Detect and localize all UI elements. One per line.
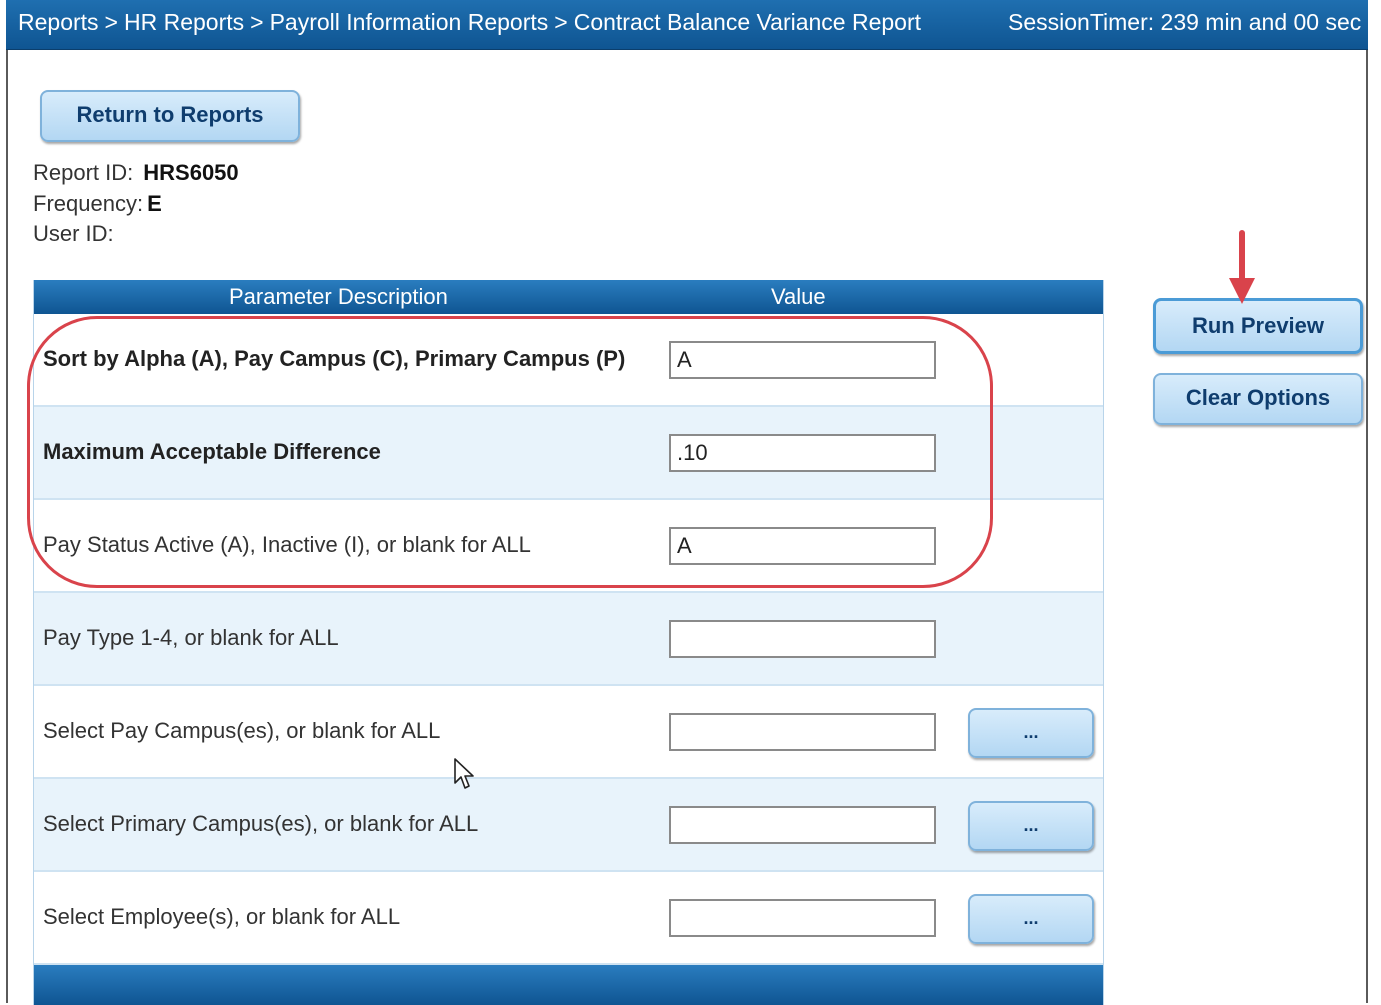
parameter-row-employee: Select Employee(s), or blank for ALL ... xyxy=(34,872,1103,965)
parameter-label: Pay Type 1-4, or blank for ALL xyxy=(43,625,339,650)
parameter-label: Sort by Alpha (A), Pay Campus (C), Prima… xyxy=(43,346,626,371)
run-preview-button[interactable]: Run Preview xyxy=(1153,298,1363,354)
mouse-pointer-icon xyxy=(454,758,474,789)
user-id-label: User ID: xyxy=(33,221,114,246)
breadcrumb-hr-reports[interactable]: HR Reports xyxy=(124,9,244,35)
pay-type-input[interactable] xyxy=(669,620,936,658)
employee-input[interactable] xyxy=(669,899,936,937)
session-timer: SessionTimer: 239 min and 00 sec xyxy=(1008,9,1362,35)
breadcrumb-reports[interactable]: Reports xyxy=(18,9,99,35)
pay-campus-lookup-button[interactable]: ... xyxy=(968,708,1094,758)
sort-by-input[interactable] xyxy=(669,341,936,379)
primary-campus-input[interactable] xyxy=(669,806,936,844)
primary-campus-lookup-button[interactable]: ... xyxy=(968,801,1094,851)
breadcrumb-separator: > xyxy=(104,9,118,35)
breadcrumb-current-report: Contract Balance Variance Report xyxy=(573,9,922,35)
employee-lookup-button[interactable]: ... xyxy=(968,894,1094,944)
column-header-value: Value xyxy=(771,284,826,309)
parameter-label: Maximum Acceptable Difference xyxy=(43,439,381,464)
parameter-row-pay-type: Pay Type 1-4, or blank for ALL xyxy=(34,593,1103,686)
report-id-line: Report ID: HRS6050 xyxy=(33,160,239,186)
parameter-row-pay-status: Pay Status Active (A), Inactive (I), or … xyxy=(34,500,1103,593)
breadcrumb-separator: > xyxy=(554,9,568,35)
breadcrumb-separator: > xyxy=(250,9,264,35)
frequency-label: Frequency: xyxy=(33,191,144,216)
report-id-label: Report ID: xyxy=(33,160,134,185)
parameter-label: Select Primary Campus(es), or blank for … xyxy=(43,811,479,836)
frequency-line: Frequency: E xyxy=(33,191,162,217)
frequency-value: E xyxy=(147,191,162,216)
table-header: Parameter Description Value xyxy=(34,280,1103,314)
breadcrumb: Reports > HR Reports > Payroll Information R… xyxy=(18,9,921,36)
pay-status-input[interactable] xyxy=(669,527,936,565)
clear-options-button[interactable]: Clear Options xyxy=(1153,373,1363,425)
annotation-arrow-icon xyxy=(1229,230,1255,304)
parameter-row-pay-campus: Select Pay Campus(es), or blank for ALL … xyxy=(34,686,1103,779)
pay-campus-input[interactable] xyxy=(669,713,936,751)
top-bar: Reports > HR Reports > Payroll Information R… xyxy=(6,0,1368,50)
max-difference-input[interactable] xyxy=(669,434,936,472)
return-to-reports-button[interactable]: Return to Reports xyxy=(40,90,300,142)
parameter-table: Parameter Description Value Sort by Alph… xyxy=(33,280,1104,1005)
parameter-label: Select Employee(s), or blank for ALL xyxy=(43,904,401,929)
report-id-value: HRS6050 xyxy=(143,160,239,185)
parameter-label: Select Pay Campus(es), or blank for ALL xyxy=(43,718,441,743)
parameter-row-max-difference: Maximum Acceptable Difference xyxy=(34,407,1103,500)
user-id-line: User ID: xyxy=(33,221,124,247)
breadcrumb-payroll-information-reports[interactable]: Payroll Information Reports xyxy=(270,9,549,35)
table-footer xyxy=(34,965,1103,1005)
column-header-description: Parameter Description xyxy=(229,284,448,309)
parameter-label: Pay Status Active (A), Inactive (I), or … xyxy=(43,532,531,557)
parameter-row-sort-by: Sort by Alpha (A), Pay Campus (C), Prima… xyxy=(34,314,1103,407)
parameter-row-primary-campus: Select Primary Campus(es), or blank for … xyxy=(34,779,1103,872)
